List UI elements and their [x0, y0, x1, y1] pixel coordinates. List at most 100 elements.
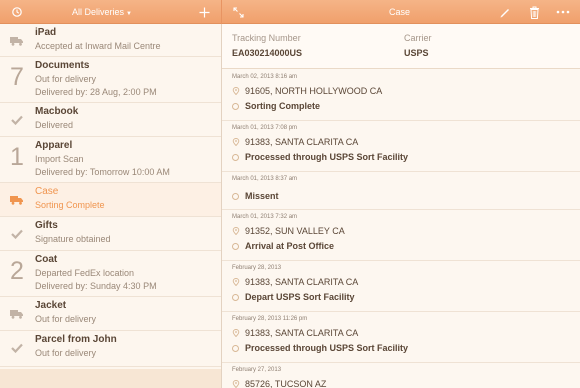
status-circle-icon [232, 193, 239, 200]
top-bar: All Deliveries ▼ Case [0, 0, 580, 24]
list-item-parcel-from-john[interactable]: Parcel from John Out for delivery [0, 331, 221, 367]
row-icon-container [0, 24, 34, 56]
chevron-down-icon: ▼ [126, 11, 132, 17]
tracking-event: March 02, 2013 8:16 am 91605, NORTH HOLL… [222, 70, 580, 121]
item-count: 1 [10, 143, 24, 171]
truck-icon [10, 310, 23, 319]
list-item-macbook[interactable]: Macbook Delivered [0, 103, 221, 137]
status-circle-icon [232, 103, 239, 110]
check-icon [11, 343, 23, 353]
row-count-container: 7 [0, 57, 34, 102]
item-status: Delivered [35, 120, 74, 130]
tracking-event: February 28, 2013 11:26 pm 91383, SANTA … [222, 312, 580, 363]
detail-title: Case [389, 7, 411, 17]
list-footer [0, 369, 221, 388]
list-item-documents[interactable]: 7 Documents Out for delivery Delivered b… [0, 57, 221, 103]
item-title: iPad [35, 27, 57, 38]
item-title: Parcel from John [35, 334, 117, 345]
item-title: Coat [35, 254, 58, 265]
event-location: 91383, SANTA CLARITA CA [245, 137, 359, 147]
event-status: Processed through USPS Sort Facility [245, 343, 409, 353]
status-circle-icon [232, 294, 239, 301]
deliveries-list: iPad Accepted at Inward Mail Centre 7 Do… [0, 24, 221, 388]
list-item-ipad[interactable]: iPad Accepted at Inward Mail Centre [0, 24, 221, 57]
expand-icon[interactable] [230, 2, 246, 22]
location-pin-icon [232, 380, 240, 388]
item-title: Apparel [35, 140, 73, 151]
deliveries-filter-dropdown[interactable]: All Deliveries ▼ [72, 0, 132, 24]
row-icon-container [0, 103, 34, 136]
item-title: Gifts [35, 220, 58, 231]
list-item-case[interactable]: Case Sorting Complete [0, 183, 221, 217]
row-icon-container [0, 297, 34, 330]
item-status: Accepted at Inward Mail Centre [35, 41, 161, 51]
item-count: 2 [10, 257, 24, 285]
item-title: Macbook [35, 106, 79, 117]
row-icon-container [0, 331, 34, 366]
status-circle-icon [232, 154, 239, 161]
item-delivery-estimate: Delivered by: 28 Aug, 2:00 PM [35, 87, 157, 97]
list-item-coat[interactable]: 2 Coat Departed FedEx location Delivered… [0, 251, 221, 297]
event-location: 91383, SANTA CLARITA CA [245, 277, 359, 287]
status-circle-icon [232, 345, 239, 352]
location-pin-icon [232, 329, 240, 337]
location-pin-icon [232, 138, 240, 146]
filter-title: All Deliveries [72, 7, 125, 17]
truck-icon [10, 37, 23, 46]
event-location: 91352, SUN VALLEY CA [245, 226, 345, 236]
event-status: Arrival at Post Office [245, 241, 335, 251]
event-date: March 01, 2013 7:08 pm [232, 125, 298, 131]
delivery-detail-pane: Tracking Number EA030214000US Carrier US… [222, 24, 580, 388]
item-status: Sorting Complete [35, 200, 105, 210]
item-title: Case [35, 186, 59, 197]
tracking-event: March 01, 2013 8:37 am Missent [222, 172, 580, 210]
list-item-apparel[interactable]: 1 Apparel Import Scan Delivered by: Tomo… [0, 137, 221, 183]
item-title: Jacket [35, 300, 67, 311]
item-delivery-estimate: Delivered by: Sunday 4:30 PM [35, 281, 157, 291]
event-status: Depart USPS Sort Facility [245, 292, 355, 302]
event-status: Processed through USPS Sort Facility [245, 152, 409, 162]
pencil-icon[interactable] [497, 2, 513, 22]
event-date: March 01, 2013 7:32 am [232, 214, 298, 220]
topbar-divider [221, 0, 222, 24]
event-status: Sorting Complete [245, 101, 321, 111]
event-status: Missent [245, 191, 279, 201]
event-date: March 01, 2013 8:37 am [232, 176, 298, 182]
item-status: Signature obtained [35, 234, 111, 244]
location-pin-icon [232, 278, 240, 286]
event-date: February 27, 2013 [232, 367, 282, 373]
tracking-number-value[interactable]: EA030214000US [232, 48, 302, 58]
location-pin-icon [232, 227, 240, 235]
carrier-label: Carrier [404, 33, 432, 43]
row-icon-container [0, 183, 34, 216]
check-icon [11, 229, 23, 239]
item-status: Departed FedEx location [35, 268, 135, 278]
item-status: Out for delivery [35, 348, 97, 358]
list-item-jacket[interactable]: Jacket Out for delivery [0, 297, 221, 331]
truck-icon [10, 196, 23, 205]
row-icon-container [0, 217, 34, 250]
status-circle-icon [232, 243, 239, 250]
tracking-event: February 28, 2013 91383, SANTA CLARITA C… [222, 261, 580, 312]
item-count: 7 [10, 63, 24, 91]
refresh-icon[interactable] [8, 2, 26, 22]
tracking-event: March 01, 2013 7:32 am 91352, SUN VALLEY… [222, 210, 580, 261]
row-count-container: 1 [0, 137, 34, 182]
check-icon [11, 115, 23, 125]
tracking-number-label: Tracking Number [232, 33, 301, 43]
item-status: Import Scan [35, 154, 84, 164]
event-location: 91605, NORTH HOLLYWOOD CA [245, 86, 383, 96]
plus-icon[interactable] [196, 2, 212, 22]
trash-icon[interactable] [526, 2, 542, 22]
item-status: Out for delivery [35, 314, 97, 324]
item-title: Documents [35, 60, 90, 71]
tracking-event: February 27, 2013 85726, TUCSON AZ [222, 363, 580, 388]
tracking-header: Tracking Number EA030214000US Carrier US… [222, 24, 580, 69]
list-item-gifts[interactable]: Gifts Signature obtained [0, 217, 221, 251]
more-icon[interactable] [554, 2, 572, 22]
item-delivery-estimate: Delivered by: Tomorrow 10:00 AM [35, 167, 170, 177]
row-count-container: 2 [0, 251, 34, 296]
tracking-event: March 01, 2013 7:08 pm 91383, SANTA CLAR… [222, 121, 580, 172]
event-date: March 02, 2013 8:16 am [232, 74, 298, 80]
location-pin-icon [232, 87, 240, 95]
